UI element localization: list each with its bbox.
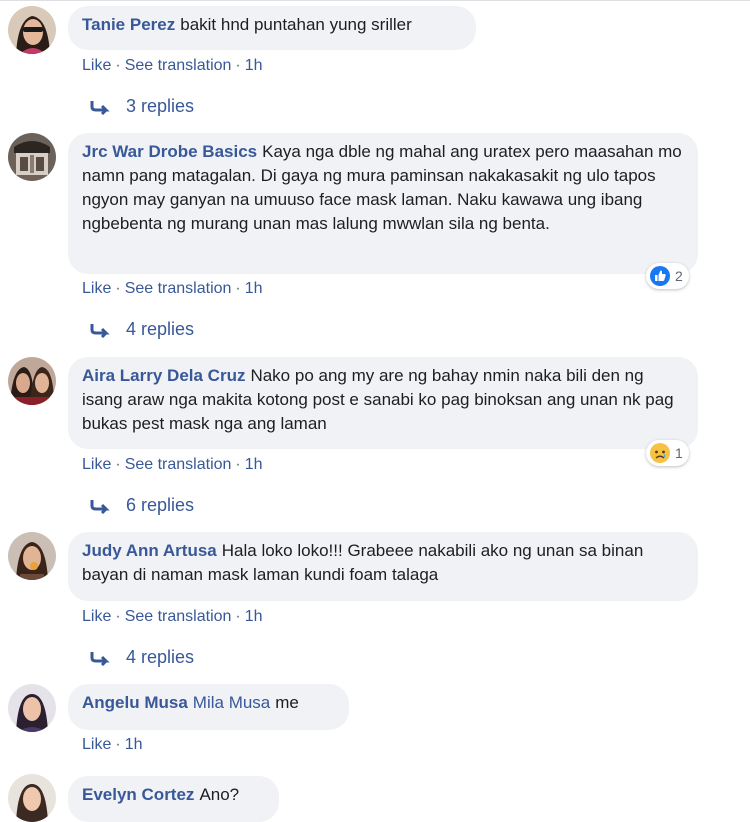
like-link[interactable]: Like	[82, 280, 111, 297]
replies-count: 6 replies	[126, 495, 195, 515]
reply-arrow-icon	[90, 652, 110, 666]
timestamp[interactable]: 1h	[125, 736, 143, 753]
comment-actions: Like · See translation · 1h	[82, 608, 263, 625]
comment-text: Ano?	[199, 785, 240, 804]
comment-author[interactable]: Aira Larry Dela Cruz	[82, 366, 245, 385]
see-translation-link[interactable]: See translation	[125, 456, 232, 473]
view-replies-link[interactable]: 6 replies	[90, 495, 194, 516]
reaction-count[interactable]: 1	[646, 440, 689, 466]
avatar[interactable]	[8, 774, 56, 822]
see-translation-link[interactable]: See translation	[125, 280, 232, 297]
reply-arrow-icon	[90, 324, 110, 338]
avatar[interactable]	[8, 6, 56, 54]
comment-author[interactable]: Judy Ann Artusa	[82, 541, 217, 560]
like-reaction-icon	[650, 266, 670, 286]
comment-bubble: Evelyn Cortez Ano?	[68, 776, 279, 822]
replies-count: 4 replies	[126, 647, 195, 667]
reply-arrow-icon	[90, 500, 110, 514]
comment-bubble: Aira Larry Dela Cruz Nako po ang my are n…	[68, 357, 698, 449]
timestamp[interactable]: 1h	[245, 57, 263, 74]
top-divider	[0, 0, 750, 1]
comment-actions: Like · See translation · 1h	[82, 280, 263, 297]
view-replies-link[interactable]: 4 replies	[90, 647, 194, 668]
comment-bubble: Tanie Perez bakit hnd puntahan yung srill…	[68, 6, 476, 50]
see-translation-link[interactable]: See translation	[125, 57, 232, 74]
comment-bubble: Judy Ann Artusa Hala loko loko!!! Grabeee…	[68, 532, 698, 601]
comment-actions: Like · See translation · 1h	[82, 57, 263, 74]
comment-text: me	[275, 693, 299, 712]
see-translation-link[interactable]: See translation	[125, 608, 232, 625]
like-link[interactable]: Like	[82, 456, 111, 473]
comment-author[interactable]: Angelu Musa	[82, 693, 188, 712]
comment-author[interactable]: Evelyn Cortez	[82, 785, 194, 804]
view-replies-link[interactable]: 4 replies	[90, 319, 194, 340]
comment-author[interactable]: Jrc War Drobe Basics	[82, 142, 257, 161]
comment-bubble: Jrc War Drobe Basics Kaya nga dble ng mah…	[68, 133, 698, 274]
comment-actions: Like · See translation · 1h	[82, 456, 263, 473]
reply-arrow-icon	[90, 101, 110, 115]
replies-count: 4 replies	[126, 319, 195, 339]
like-link[interactable]: Like	[82, 736, 111, 753]
like-link[interactable]: Like	[82, 608, 111, 625]
comment-author[interactable]: Tanie Perez	[82, 15, 175, 34]
timestamp[interactable]: 1h	[245, 280, 263, 297]
view-replies-link[interactable]: 3 replies	[90, 96, 194, 117]
avatar[interactable]	[8, 357, 56, 405]
reaction-number: 1	[675, 445, 683, 461]
avatar[interactable]	[8, 684, 56, 732]
like-link[interactable]: Like	[82, 57, 111, 74]
comment-text: bakit hnd puntahan yung sriller	[180, 15, 412, 34]
avatar[interactable]	[8, 532, 56, 580]
comment-actions: Like · 1h	[82, 736, 143, 753]
sad-reaction-icon	[650, 443, 670, 463]
avatar[interactable]	[8, 133, 56, 181]
timestamp[interactable]: 1h	[245, 608, 263, 625]
mention-link[interactable]: Mila Musa	[193, 693, 270, 712]
replies-count: 3 replies	[126, 96, 195, 116]
reaction-number: 2	[675, 268, 683, 284]
timestamp[interactable]: 1h	[245, 456, 263, 473]
comment-bubble: Angelu Musa Mila Musa me	[68, 684, 349, 730]
reaction-count[interactable]: 2	[646, 263, 689, 289]
